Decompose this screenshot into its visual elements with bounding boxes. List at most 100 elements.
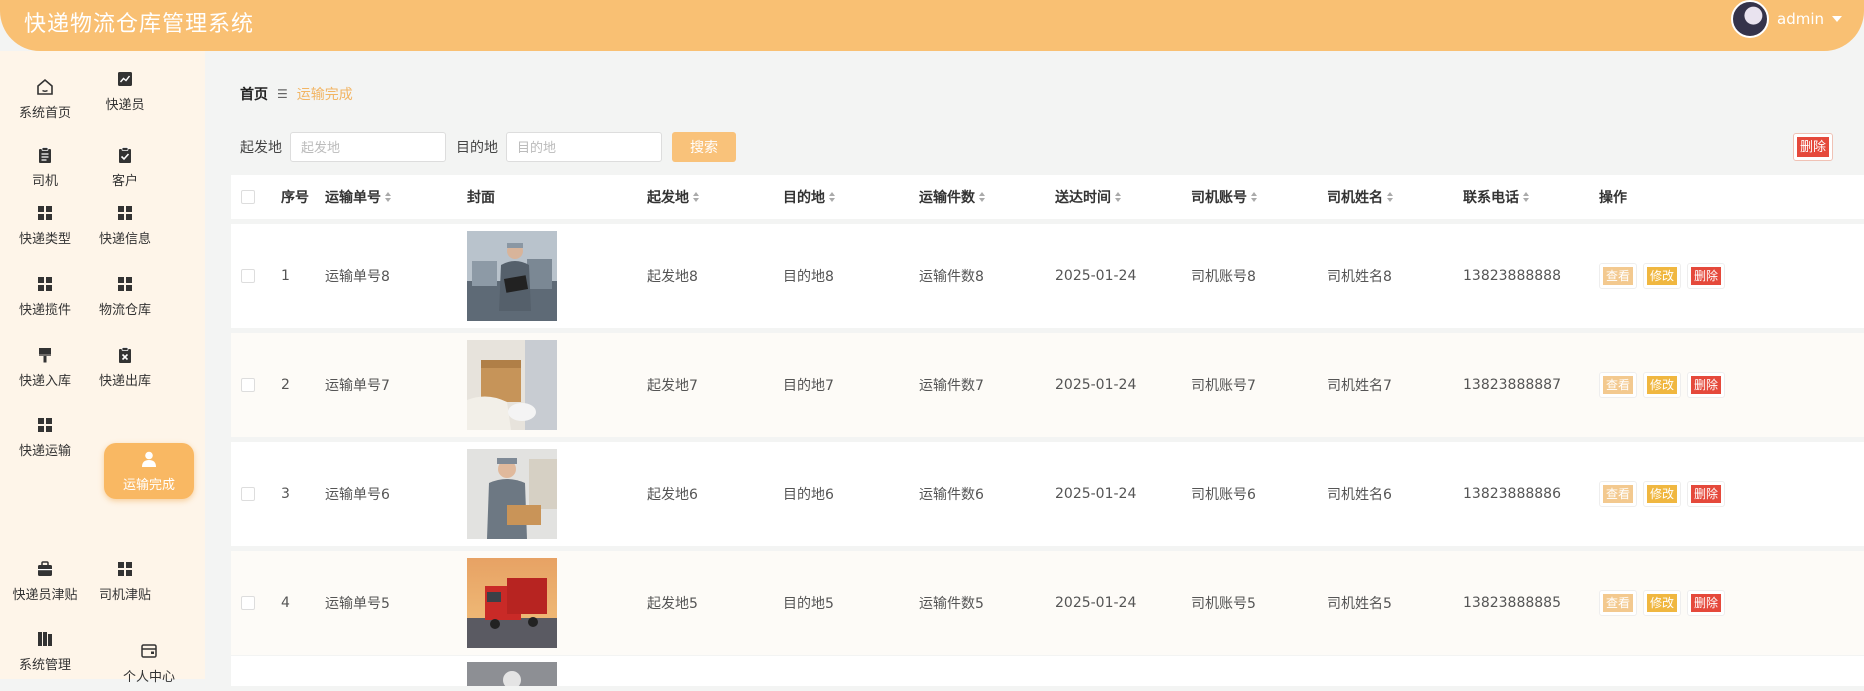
dest-label: 目的地	[456, 140, 498, 156]
view-button[interactable]: 查看	[1599, 590, 1637, 616]
delete-button[interactable]: 删除	[1687, 481, 1725, 507]
col-count[interactable]: 运输件数	[919, 187, 985, 207]
sidebar-item-outbound[interactable]: 快递出库	[80, 339, 170, 395]
delete-button[interactable]: 删除	[1687, 590, 1725, 616]
cell-dest: 目的地7	[783, 378, 834, 394]
sidebar-item-courier-allowance[interactable]: 快递员津贴	[0, 553, 90, 609]
cell-index: 4	[281, 595, 290, 611]
cell-count: 运输件数8	[919, 269, 984, 285]
cell-order: 运输单号5	[325, 596, 390, 612]
view-button[interactable]: 查看	[1599, 263, 1637, 289]
col-dest[interactable]: 目的地	[783, 187, 835, 207]
avatar[interactable]	[1731, 0, 1769, 38]
sidebar-item-express-type[interactable]: 快递类型	[0, 197, 90, 253]
dest-input[interactable]	[506, 132, 662, 162]
cell-index: 1	[281, 268, 290, 284]
cell-account: 司机账号7	[1191, 378, 1256, 394]
sort-icon	[1115, 192, 1121, 202]
cover-image[interactable]	[467, 449, 557, 539]
batch-delete-button[interactable]: 删除	[1793, 133, 1833, 161]
grid-icon	[38, 276, 52, 291]
cell-dest: 目的地6	[783, 487, 834, 503]
sidebar-item-express-info[interactable]: 快递信息	[80, 197, 170, 253]
table-row	[231, 656, 1864, 686]
table-row: 2 运输单号7 起发地7 目的地7 运输件数7 2025-01-24 司机账号7…	[231, 333, 1864, 437]
sort-icon	[693, 192, 699, 202]
cell-time: 2025-01-24	[1055, 486, 1137, 502]
col-actions: 操作	[1599, 190, 1627, 206]
col-account[interactable]: 司机账号	[1191, 187, 1257, 207]
sidebar-item-warehouse[interactable]: 物流仓库	[80, 268, 170, 324]
sidebar-item-transport-done[interactable]: 运输完成	[104, 443, 194, 499]
sort-icon	[1251, 192, 1257, 202]
sidebar-item-system[interactable]: 系统管理	[0, 623, 90, 679]
select-all-checkbox[interactable]	[241, 190, 255, 204]
cell-phone: 13823888885	[1463, 595, 1561, 611]
cell-origin: 起发地6	[647, 487, 698, 503]
sidebar-item-driver-allowance[interactable]: 司机津贴	[80, 553, 170, 609]
cover-image[interactable]	[467, 231, 557, 321]
sidebar-item-label: 系统管理	[18, 657, 71, 673]
cover-image[interactable]	[467, 558, 557, 648]
col-name[interactable]: 司机姓名	[1327, 187, 1393, 207]
edit-button[interactable]: 修改	[1643, 372, 1681, 398]
sidebar-item-label: 司机	[31, 173, 58, 189]
sidebar-item-inbound[interactable]: 快递入库	[0, 339, 90, 395]
edit-button[interactable]: 修改	[1643, 263, 1681, 289]
view-button[interactable]: 查看	[1599, 372, 1637, 398]
row-actions: 查看 修改 删除	[1599, 481, 1725, 507]
sidebar-item-pickup[interactable]: 快递揽件	[0, 268, 90, 324]
col-phone[interactable]: 联系电话	[1463, 187, 1529, 207]
view-button[interactable]: 查看	[1599, 481, 1637, 507]
origin-input[interactable]	[290, 132, 446, 162]
row-checkbox[interactable]	[241, 378, 255, 392]
sidebar-item-home[interactable]: 系统首页	[0, 71, 90, 127]
clipboard-icon	[39, 146, 51, 163]
cell-name: 司机姓名7	[1327, 378, 1392, 394]
sidebar-item-profile[interactable]: 个人中心	[104, 635, 194, 691]
cell-name: 司机姓名8	[1327, 269, 1392, 285]
row-checkbox[interactable]	[241, 487, 255, 501]
cover-image[interactable]	[467, 340, 557, 430]
sidebar-item-label: 客户	[111, 173, 138, 189]
home-icon	[37, 78, 53, 95]
search-button[interactable]: 搜索	[672, 132, 736, 162]
row-checkbox[interactable]	[241, 596, 255, 610]
sidebar-item-customer[interactable]: 客户	[80, 139, 170, 195]
sidebar-item-label: 司机津贴	[98, 587, 151, 603]
sidebar-item-label: 个人中心	[122, 669, 175, 685]
sidebar-item-transport[interactable]: 快递运输	[0, 409, 90, 465]
edit-button[interactable]: 修改	[1643, 590, 1681, 616]
col-cover: 封面	[467, 190, 495, 206]
cell-account: 司机账号6	[1191, 487, 1256, 503]
cell-name: 司机姓名5	[1327, 596, 1392, 612]
app-title: 快递物流仓库管理系统	[24, 12, 255, 37]
cell-order: 运输单号6	[325, 487, 390, 503]
cell-dest: 目的地8	[783, 269, 834, 285]
delete-button[interactable]: 删除	[1687, 372, 1725, 398]
cell-account: 司机账号5	[1191, 596, 1256, 612]
cell-time: 2025-01-24	[1055, 268, 1137, 284]
cell-origin: 起发地7	[647, 378, 698, 394]
book-icon	[38, 631, 52, 646]
breadcrumb-home[interactable]: 首页	[240, 84, 268, 104]
cover-image[interactable]	[467, 662, 557, 686]
grid-icon	[118, 276, 132, 291]
col-time[interactable]: 送达时间	[1055, 187, 1121, 207]
sidebar-item-courier[interactable]: 快递员	[80, 63, 170, 119]
user-menu[interactable]: admin	[1731, 0, 1842, 38]
edit-button[interactable]: 修改	[1643, 481, 1681, 507]
col-origin[interactable]: 起发地	[647, 187, 699, 207]
origin-label: 起发地	[240, 140, 282, 156]
chart-icon	[118, 71, 132, 86]
table-row: 1 运输单号8 起发地8 目的地8 运输件数8 2025-01-24 司机账号8…	[231, 224, 1864, 328]
cell-phone: 13823888887	[1463, 377, 1561, 393]
col-order[interactable]: 运输单号	[325, 187, 391, 207]
sidebar-item-label: 运输完成	[122, 477, 175, 493]
search-bar: 起发地 目的地 搜索	[240, 132, 736, 162]
sidebar-item-driver[interactable]: 司机	[0, 139, 90, 195]
chevron-down-icon[interactable]	[1832, 16, 1842, 22]
delete-button[interactable]: 删除	[1687, 263, 1725, 289]
row-checkbox[interactable]	[241, 269, 255, 283]
username[interactable]: admin	[1777, 10, 1824, 28]
